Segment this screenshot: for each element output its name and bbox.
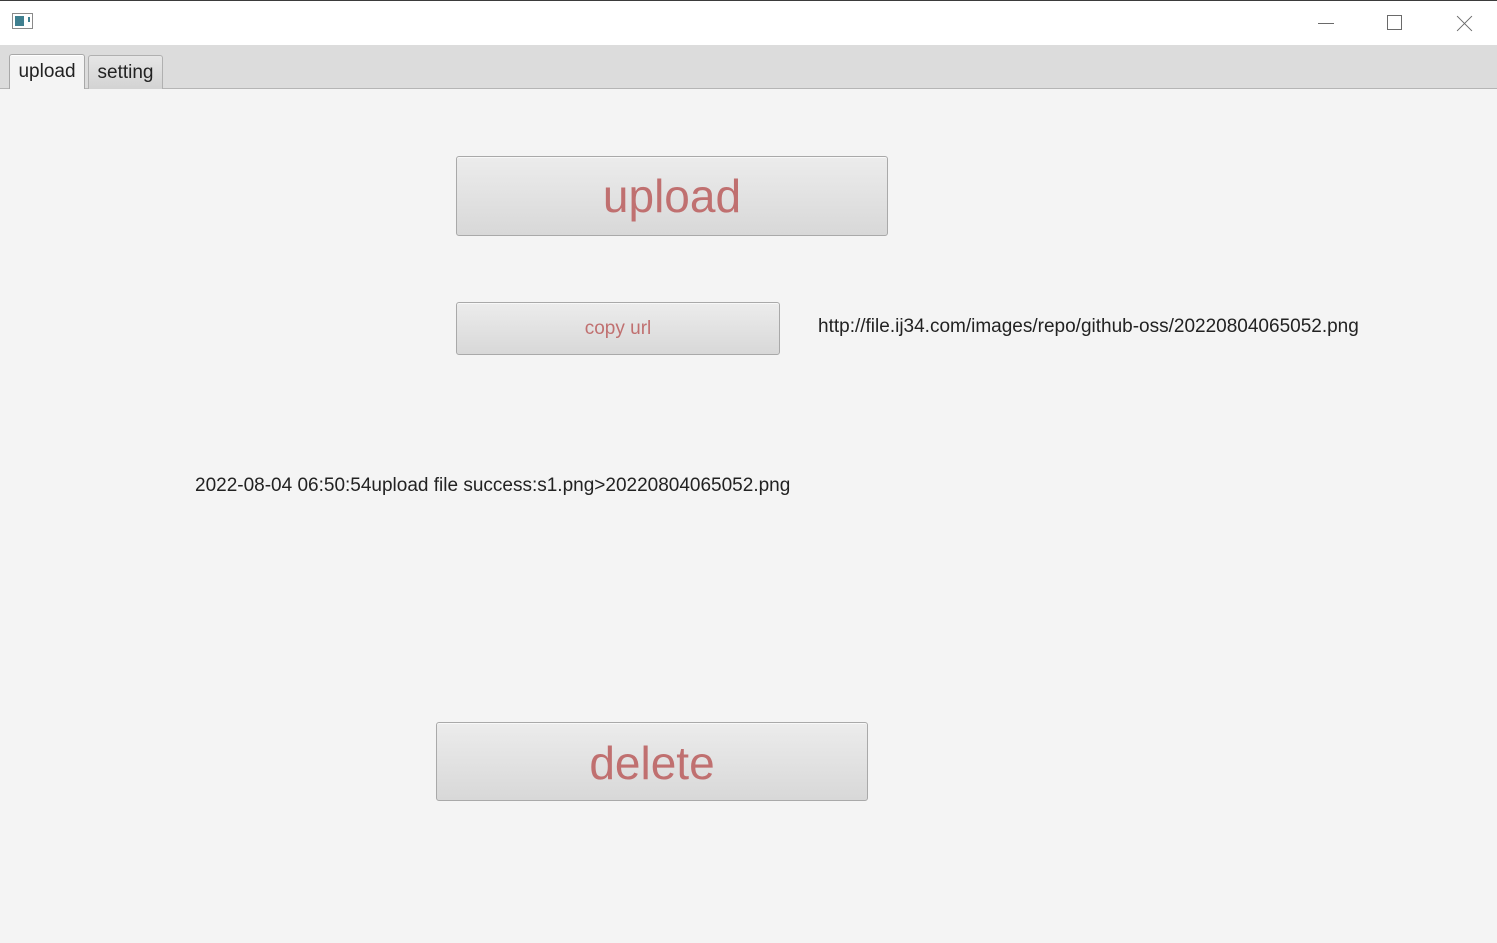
maximize-icon: [1387, 15, 1402, 30]
tab-bar: upload setting: [0, 45, 1497, 89]
upload-button[interactable]: upload: [456, 156, 888, 236]
copy-url-button[interactable]: copy url: [456, 302, 780, 355]
uploaded-url-text: http://file.ij34.com/images/repo/github-…: [818, 316, 1359, 337]
close-button[interactable]: [1442, 1, 1488, 45]
app-window: upload setting upload copy url http://fi…: [0, 0, 1497, 943]
minimize-icon: [1318, 23, 1334, 24]
delete-button[interactable]: delete: [436, 722, 868, 801]
maximize-button[interactable]: [1372, 1, 1418, 45]
tab-upload[interactable]: upload: [9, 54, 85, 89]
tab-setting[interactable]: setting: [88, 55, 163, 89]
app-window-icon: [12, 13, 33, 29]
minimize-button[interactable]: [1303, 1, 1349, 45]
upload-log-text: 2022-08-04 06:50:54upload file success:s…: [195, 475, 791, 496]
close-icon: [1457, 15, 1473, 31]
title-bar[interactable]: [0, 0, 1497, 45]
